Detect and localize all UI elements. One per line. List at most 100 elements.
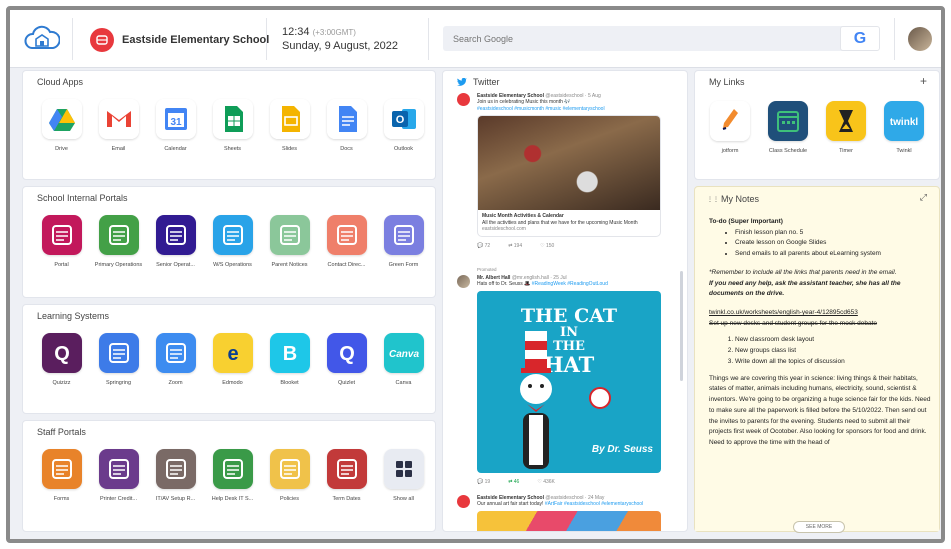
apple-icon[interactable] (212, 215, 253, 255)
notes-content[interactable]: To-do (Super Important) Finish lesson pl… (709, 217, 931, 449)
notes-link[interactable]: twinkl.co.uk/worksheets/english-year-4/1… (709, 308, 931, 319)
forms-icon[interactable] (41, 449, 82, 489)
app-tile-canva[interactable]: Canva Canva (375, 333, 432, 387)
app-tile-help-desk-it-s[interactable]: Help Desk IT S... (204, 449, 261, 503)
tweet-link-card[interactable]: Music Month Activities & Calendar All th… (477, 115, 661, 237)
app-tile-calendar[interactable]: 31 Calendar (147, 99, 204, 153)
app-tile-timer[interactable]: Timer (817, 101, 875, 155)
app-tile-edmodo[interactable]: e Edmodo (204, 333, 261, 387)
printer-icon[interactable] (98, 449, 139, 489)
app-tile-primary-operations[interactable]: Primary Operations (90, 215, 147, 269)
blooket-icon[interactable]: B (269, 333, 310, 373)
calendar-icon[interactable]: 31 (155, 99, 196, 139)
reply-count: 72 (484, 242, 491, 249)
docs-icon[interactable] (326, 99, 367, 139)
clock-time: 12:34 (+3:00GMT) (282, 26, 356, 38)
grid-icon[interactable] (383, 449, 424, 489)
policies-icon[interactable] (269, 449, 310, 489)
reply-button[interactable]: 💬 19 (477, 479, 490, 485)
retweet-button[interactable]: ⇄ 194 (508, 243, 522, 249)
user-avatar[interactable] (908, 27, 932, 51)
app-tile-zoom[interactable]: Zoom (147, 333, 204, 387)
search-input[interactable] (443, 26, 868, 51)
header-divider (72, 18, 73, 60)
app-tile-blooket[interactable]: B Blooket (261, 333, 318, 387)
art-fair-image[interactable] (477, 510, 661, 531)
tweet[interactable]: Eastside Elementary School @eastsidescho… (457, 93, 671, 263)
app-tile-slides[interactable]: Slides (261, 99, 318, 153)
headset-icon[interactable] (212, 449, 253, 489)
app-tile-w-s-operations[interactable]: W/S Operations (204, 215, 261, 269)
like-button[interactable]: ♡ 436K (537, 479, 555, 485)
add-link-button[interactable]: + (920, 74, 927, 88)
see-more-button[interactable]: SEE MORE (793, 521, 845, 533)
tweet[interactable]: Promoted Mr. Albert Hall @mr.english.hal… (457, 267, 671, 487)
panel-title: Cloud Apps (37, 77, 84, 87)
app-tile-email[interactable]: Email (90, 99, 147, 153)
app-tile-sheets[interactable]: Sheets (204, 99, 261, 153)
app-tile-parent-notices[interactable]: Parent Notices (261, 215, 318, 269)
tweet-hashtags[interactable]: #eastsideschool #musicmonth #music #elem… (477, 106, 667, 113)
quizizz-icon[interactable]: Q (41, 333, 82, 373)
tweet-avatar[interactable] (457, 495, 470, 508)
reply-button[interactable]: 💬 72 (477, 243, 490, 249)
app-tile-term-dates[interactable]: Term Dates (318, 449, 375, 503)
video-camera-icon[interactable] (155, 333, 196, 373)
retweet-count: 46 (513, 478, 520, 485)
edmodo-icon[interactable]: e (212, 333, 253, 373)
app-tile-class-schedule[interactable]: Class Schedule (759, 101, 817, 155)
graduation-cap-icon[interactable] (41, 215, 82, 255)
tweet-avatar[interactable] (457, 93, 470, 106)
app-tile-portal[interactable]: Portal (33, 215, 90, 269)
outlook-icon[interactable]: O (383, 99, 424, 139)
retweet-button[interactable]: ⇄ 46 (508, 479, 519, 485)
notice-board-icon[interactable] (269, 215, 310, 255)
tweet-hashtags[interactable]: #ReadingWeek #ReadingOutLoud (532, 281, 608, 287)
tweet-avatar[interactable] (457, 275, 470, 288)
gmail-icon[interactable] (98, 99, 139, 139)
cat-in-the-hat-image[interactable]: THE CAT IN THE HAT By Dr. Seuss (477, 290, 661, 473)
slides-icon[interactable] (269, 99, 310, 139)
app-tile-senior-operat[interactable]: Senior Operat... (147, 215, 204, 269)
lightbulb-icon[interactable] (98, 215, 139, 255)
app-tile-show-all[interactable]: Show all (375, 449, 432, 503)
app-tile-printer-credit[interactable]: Printer Credit... (90, 449, 147, 503)
projector-icon[interactable] (155, 449, 196, 489)
jotform-icon[interactable] (710, 101, 750, 141)
canva-icon[interactable]: Canva (383, 333, 424, 373)
hourglass-icon[interactable] (826, 101, 866, 141)
cloud-school-logo-icon[interactable] (24, 24, 60, 52)
app-tile-it-av-setup-r[interactable]: IT/AV Setup R... (147, 449, 204, 503)
twinkl-icon[interactable]: twinkl (884, 101, 924, 141)
notes-struck-item: Set up new desks and student groups for … (709, 319, 878, 327)
app-tile-drive[interactable]: Drive (33, 99, 90, 153)
app-tile-quizlet[interactable]: Q Quizlet (318, 333, 375, 387)
google-drive-icon[interactable] (41, 99, 82, 139)
drag-handle-icon[interactable]: ⋮⋮ (707, 196, 719, 203)
app-tile-quizizz[interactable]: Q Quizizz (33, 333, 90, 387)
expand-icon[interactable]: ⤢ (920, 192, 927, 203)
contact-icon[interactable] (326, 215, 367, 255)
calendar-check-icon[interactable] (326, 449, 367, 489)
form-icon[interactable] (383, 215, 424, 255)
app-tile-forms[interactable]: Forms (33, 449, 90, 503)
twitter-scrollbar[interactable] (680, 271, 683, 381)
app-label: Contact Direc... (327, 262, 366, 268)
like-button[interactable]: ♡ 150 (540, 243, 554, 249)
google-search-button[interactable]: G (840, 26, 880, 51)
app-tile-docs[interactable]: Docs (318, 99, 375, 153)
app-tile-twinkl[interactable]: twinkl Twinkl (875, 101, 933, 155)
app-tile-policies[interactable]: Policies (261, 449, 318, 503)
app-tile-jotform[interactable]: jotform (701, 101, 759, 155)
app-tile-contact-direc[interactable]: Contact Direc... (318, 215, 375, 269)
sheets-icon[interactable] (212, 99, 253, 139)
quizlet-icon[interactable]: Q (326, 333, 367, 373)
tweet-hashtags[interactable]: #ArtFair #eastsideschool #elementaryscho… (545, 501, 643, 507)
tweet[interactable]: Eastside Elementary School @eastsidescho… (457, 495, 671, 531)
app-tile-green-form[interactable]: Green Form (375, 215, 432, 269)
schedule-icon[interactable] (768, 101, 808, 141)
app-tile-outlook[interactable]: O Outlook (375, 99, 432, 153)
springring-icon[interactable] (98, 333, 139, 373)
book-icon[interactable] (155, 215, 196, 255)
app-tile-springring[interactable]: Springring (90, 333, 147, 387)
